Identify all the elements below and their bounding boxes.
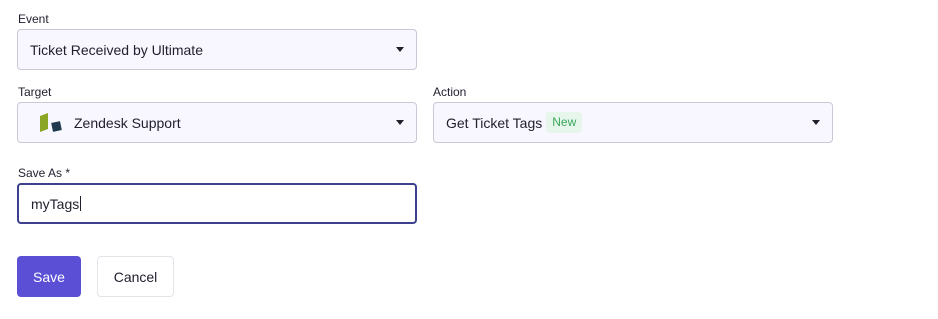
target-select-value: Zendesk Support (74, 114, 181, 131)
save-as-input-value: myTags (31, 195, 80, 212)
target-select[interactable]: Zendesk Support (17, 102, 417, 143)
chevron-down-icon (812, 120, 820, 125)
chevron-down-icon (396, 120, 404, 125)
cancel-button[interactable]: Cancel (97, 256, 174, 297)
save-as-input[interactable]: myTags (17, 183, 417, 224)
action-select-value: Get Ticket Tags (446, 114, 543, 131)
event-select[interactable]: Ticket Received by Ultimate (17, 29, 417, 70)
action-label: Action (433, 85, 467, 99)
text-cursor (80, 196, 82, 211)
save-as-label: Save As * (18, 166, 71, 180)
target-label: Target (18, 85, 52, 99)
action-form: Event Ticket Received by Ultimate Target… (0, 0, 938, 319)
zendesk-logo-icon (38, 112, 62, 133)
event-label: Event (18, 12, 49, 26)
new-badge: New (546, 112, 583, 133)
event-select-value: Ticket Received by Ultimate (30, 41, 203, 58)
chevron-down-icon (396, 47, 404, 52)
action-select[interactable]: Get Ticket Tags New (433, 102, 833, 143)
save-button[interactable]: Save (17, 256, 81, 297)
